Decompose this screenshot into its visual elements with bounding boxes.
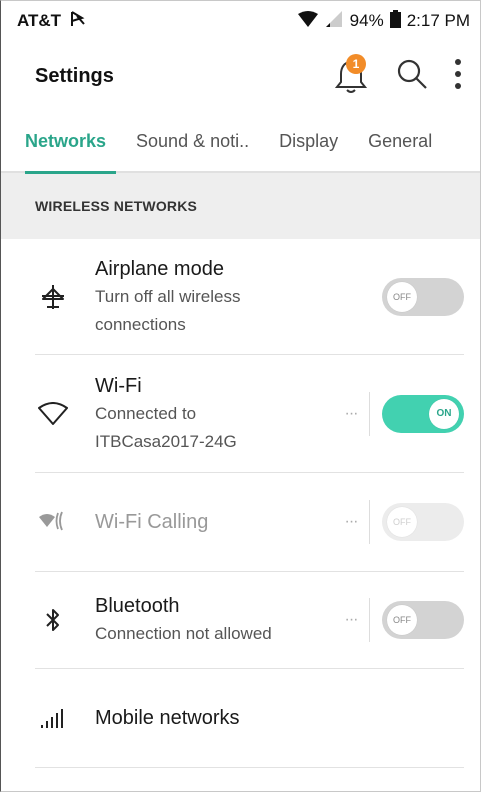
sync-icon	[69, 10, 87, 33]
airplane-mode-row[interactable]: Airplane mode Turn off all wireless conn…	[35, 239, 464, 355]
bluetooth-subtitle: Connection not allowed	[95, 624, 272, 643]
tab-display[interactable]: Display	[279, 110, 338, 172]
toggle-knob: OFF	[387, 605, 417, 635]
airplane-mode-subtitle-2: connections	[95, 314, 186, 334]
status-bar: AT&T 94% 2:17 PM	[1, 1, 480, 41]
toggle-knob: OFF	[387, 281, 417, 312]
toggle-knob: ON	[429, 398, 459, 429]
wifi-calling-title: Wi-Fi Calling	[95, 511, 209, 533]
wifi-network-name: ITBCasa2017-24G	[95, 431, 237, 451]
settings-screen: AT&T 94% 2:17 PM Settings 1 Networks Sou…	[0, 0, 481, 792]
wifi-toggle[interactable]: ON	[382, 394, 464, 433]
clock: 2:17 PM	[406, 11, 470, 30]
carrier-label: AT&T	[17, 11, 62, 30]
tab-networks[interactable]: Networks	[25, 110, 117, 174]
toggle-knob: OFF	[387, 507, 417, 537]
more-vertical-icon	[455, 58, 461, 89]
divider	[369, 500, 370, 544]
wifi-more-button[interactable]: ···	[337, 405, 365, 423]
bluetooth-icon	[35, 607, 71, 633]
divider	[369, 598, 370, 642]
tab-sound-notifications[interactable]: Sound & noti..	[136, 110, 249, 172]
page-title: Settings	[35, 64, 114, 87]
app-bar: Settings 1	[1, 41, 480, 111]
search-button[interactable]	[396, 58, 428, 95]
bluetooth-row[interactable]: Bluetooth Connection not allowed ··· OFF	[35, 572, 464, 669]
tab-bar: Networks Sound & noti.. Display General	[1, 110, 480, 174]
tab-general[interactable]: General	[368, 110, 432, 172]
wifi-row[interactable]: Wi-Fi Connected to ITBCasa2017-24G ··· O…	[35, 355, 464, 473]
wifi-icon	[35, 401, 71, 426]
divider	[369, 391, 370, 436]
airplane-mode-subtitle-1: Turn off all wireless	[95, 286, 241, 306]
battery-icon	[389, 9, 401, 33]
mobile-networks-title: Mobile networks	[95, 707, 240, 729]
airplane-mode-toggle[interactable]: OFF	[382, 277, 464, 316]
wifi-title: Wi-Fi	[95, 374, 142, 397]
wifi-subtitle-1: Connected to	[95, 403, 197, 423]
bluetooth-title: Bluetooth	[95, 595, 180, 617]
overflow-menu-button[interactable]	[454, 58, 462, 95]
airplane-icon	[35, 283, 71, 311]
bluetooth-toggle[interactable]: OFF	[382, 601, 464, 639]
battery-percent: 94%	[349, 11, 384, 30]
wifi-calling-row[interactable]: Wi-Fi Calling ··· OFF	[35, 473, 464, 572]
wifi-calling-toggle[interactable]: OFF	[382, 503, 464, 541]
section-header-wireless: WIRELESS NETWORKS	[1, 173, 480, 239]
wifi-status-icon	[297, 10, 318, 32]
bluetooth-more-button[interactable]: ···	[337, 611, 365, 629]
notifications-button[interactable]: 1	[334, 54, 370, 94]
search-icon	[397, 59, 427, 89]
wifi-calling-more-button[interactable]: ···	[337, 513, 365, 531]
cell-signal-icon	[324, 10, 344, 32]
mobile-networks-row[interactable]: Mobile networks	[35, 669, 464, 768]
wifi-calling-icon	[35, 509, 71, 535]
settings-list: Airplane mode Turn off all wireless conn…	[1, 239, 480, 768]
notification-badge: 1	[346, 54, 366, 74]
signal-bars-icon	[35, 707, 71, 729]
airplane-mode-title: Airplane mode	[95, 257, 224, 280]
